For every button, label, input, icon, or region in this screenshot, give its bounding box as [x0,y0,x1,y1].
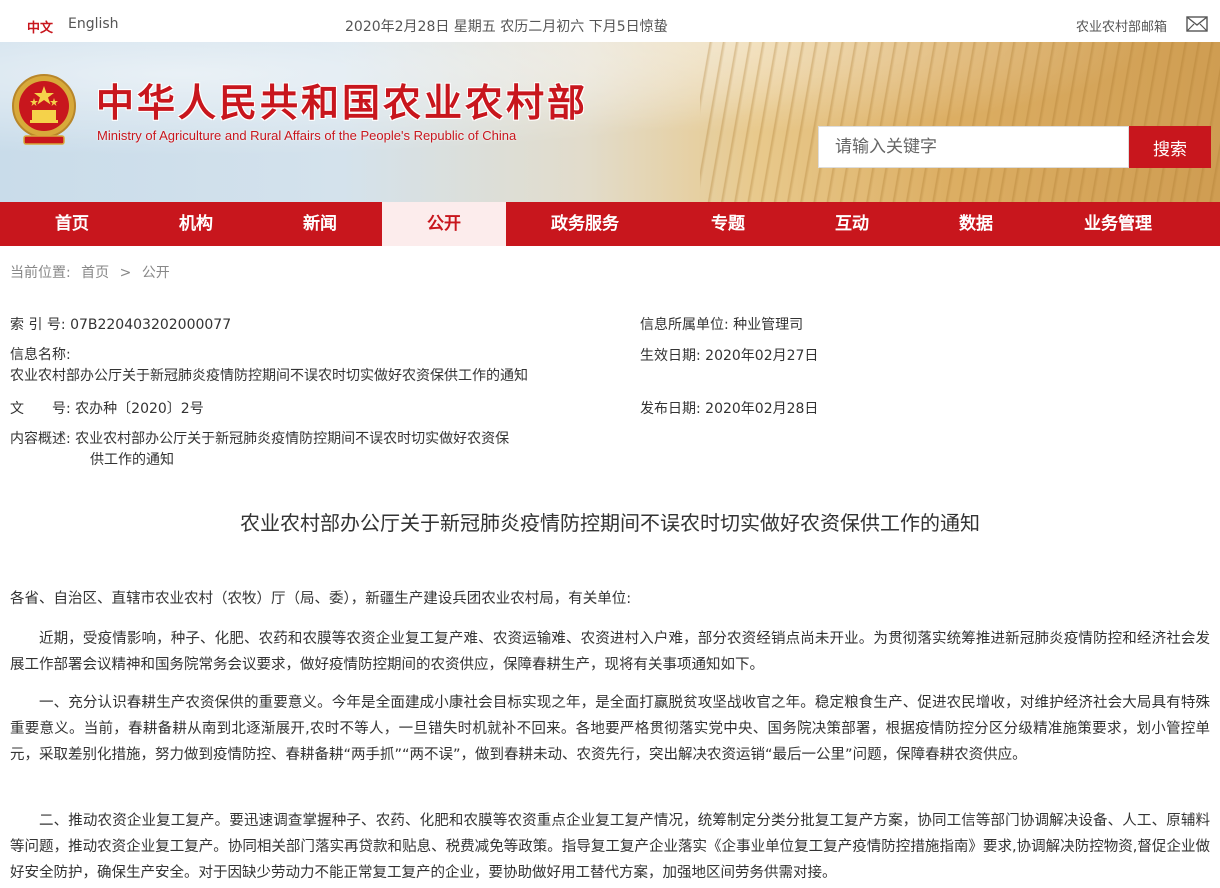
search-input[interactable] [818,126,1129,168]
meta-unit: 信息所属单位: 种业管理司 [640,314,803,334]
ministry-mail-link[interactable]: 农业农村部邮箱 [1076,16,1167,35]
top-bar: 中文 English 2020年2月28日 星期五 农历二月初六 下月5日惊蛰 … [0,0,1220,42]
lang-chinese-link[interactable]: 中文 [27,17,53,36]
main-nav: 首页 机构 新闻 公开 政务服务 专题 互动 数据 业务管理 [0,202,1220,246]
date-text: 2020年2月28日 星期五 农历二月初六 下月5日惊蛰 [345,19,668,35]
nav-item-business[interactable]: 业务管理 [1040,202,1196,246]
meta-effective-label: 生效日期: [640,348,701,364]
article-title: 农业农村部办公厅关于新冠肺炎疫情防控期间不误农时切实做好农资保供工作的通知 [240,511,980,535]
mail-icon[interactable] [1186,16,1208,32]
meta-doc-number: 文 号: 农办种〔2020〕2号 [10,398,204,418]
meta-name-label: 信息名称: [10,347,71,363]
nav-item-news[interactable]: 新闻 [258,202,382,246]
meta-publish-value: 2020年02月28日 [705,401,819,417]
meta-unit-value: 种业管理司 [733,317,804,333]
nav-item-data[interactable]: 数据 [912,202,1040,246]
breadcrumb-current[interactable]: 公开 [142,265,170,281]
meta-effective: 生效日期: 2020年02月27日 [640,345,818,365]
header-banner: 中华人民共和国农业农村部 Ministry of Agriculture and… [0,42,1220,202]
nav-item-disclosure[interactable]: 公开 [382,202,506,246]
banner-wheat-field [700,42,1220,202]
meta-publish: 发布日期: 2020年02月28日 [640,398,818,418]
lang-english-link[interactable]: English [68,16,119,32]
article-paragraph: 二、推动农资企业复工复产。要迅速调查掌握种子、农药、化肥和农膜等农资重点企业复工… [10,813,1210,881]
meta-summary-label: 内容概述: [10,431,71,447]
nav-item-home[interactable]: 首页 [10,202,134,246]
national-emblem-icon [12,74,76,145]
meta-doc-value: 农办种〔2020〕2号 [75,401,204,417]
meta-index-value: 07B220403202000077 [70,317,232,333]
meta-summary-value-line1: 农业农村部办公厅关于新冠肺炎疫情防控期间不误农时切实做好农资保 [75,431,510,447]
breadcrumb: 当前位置: 首页 > 公开 [10,262,176,282]
meta-effective-value: 2020年02月27日 [705,348,819,364]
nav-item-topics[interactable]: 专题 [664,202,792,246]
article-salutation: 各省、自治区、直辖市农业农村（农牧）厅（局、委），新疆生产建设兵团农业农村局，有… [10,591,632,607]
nav-item-services[interactable]: 政务服务 [506,202,664,246]
site-subtitle: Ministry of Agriculture and Rural Affair… [97,128,517,143]
search-button[interactable]: 搜索 [1129,126,1211,168]
meta-publish-label: 发布日期: [640,401,701,417]
site-title: 中华人民共和国农业农村部 [96,80,589,125]
meta-index-label: 索 引 号: [10,317,66,333]
meta-doc-label: 文 号: [10,401,71,417]
meta-index: 索 引 号: 07B220403202000077 [10,314,231,334]
nav-item-organization[interactable]: 机构 [134,202,258,246]
breadcrumb-separator: > [119,265,132,281]
breadcrumb-prefix: 当前位置: [10,265,71,281]
meta-name-value: 农业农村部办公厅关于新冠肺炎疫情防控期间不误农时切实做好农资保供工作的通知 [10,368,528,384]
nav-item-interaction[interactable]: 互动 [792,202,912,246]
breadcrumb-home[interactable]: 首页 [81,265,109,281]
article-paragraph: 一、充分认识春耕生产农资保供的重要意义。今年是全面建成小康社会目标实现之年，是全… [10,695,1210,763]
meta-unit-label: 信息所属单位: [640,317,729,333]
article-paragraph: 近期，受疫情影响，种子、化肥、农药和农膜等农资企业复工复产难、农资运输难、农资进… [10,631,1210,673]
meta-name: 信息名称: 农业农村部办公厅关于新冠肺炎疫情防控期间不误农时切实做好农资保供工作… [10,345,528,387]
meta-summary: 内容概述: 农业农村部办公厅关于新冠肺炎疫情防控期间不误农时切实做好农资保 供工… [10,429,509,471]
meta-summary-value-line2: 供工作的通知 [90,452,174,468]
